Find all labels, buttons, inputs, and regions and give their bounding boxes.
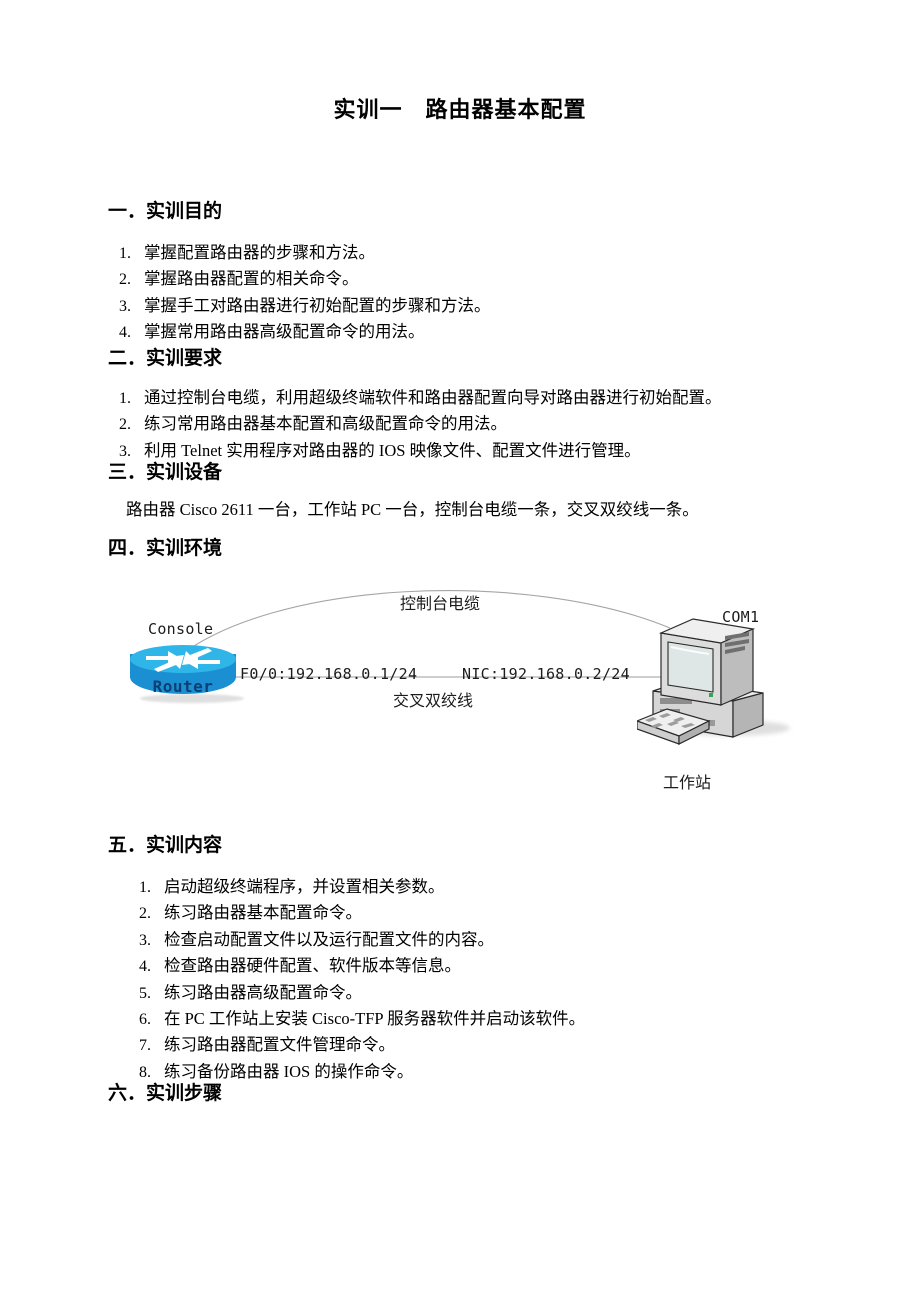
section-heading-2: 二．实训要求: [108, 347, 223, 369]
list-item: 2. 练习常用路由器基本配置和高级配置命令的用法。: [110, 411, 900, 437]
list-number: 1.: [119, 245, 131, 262]
section-heading-5: 五．实训内容: [108, 834, 223, 856]
network-topology-diagram: Router 控制台电缆 Console F0/0:192.168.0.1/24…: [110, 570, 810, 800]
section-5-list: 1. 启动超级终端程序，并设置相关参数。 2. 练习路由器基本配置命令。 3. 检查启…: [130, 874, 890, 1085]
nic-address-label: NIC:192.168.0.2/24: [462, 665, 630, 683]
page-title: 实训一 路由器基本配置: [333, 98, 587, 123]
list-text: 掌握常用路由器高级配置命令的用法。: [144, 322, 425, 342]
list-text: 启动超级终端程序，并设置相关参数。: [164, 877, 445, 896]
list-number: 3.: [139, 931, 151, 949]
list-number: 2.: [119, 271, 131, 289]
list-text: 掌握手工对路由器进行初始配置的步骤和方法。: [144, 295, 491, 315]
list-text: 掌握路由器配置的相关命令。: [144, 269, 359, 289]
list-text: 在 PC 工作站上安装 Cisco-TFP 服务器软件并启动该软件。: [164, 1009, 586, 1029]
list-item: 4. 检查路由器硬件配置、软件版本等信息。: [130, 953, 890, 979]
list-text: 练习路由器高级配置命令。: [164, 982, 362, 1002]
console-cable-label: 控制台电缆: [400, 594, 481, 613]
list-text: 通过控制台电缆，利用超级终端软件和路由器配置向导对路由器进行初始配置。: [144, 388, 722, 407]
section-2-list: 1. 通过控制台电缆，利用超级终端软件和路由器配置向导对路由器进行初始配置。 2.…: [110, 385, 900, 464]
list-item: 2. 练习路由器基本配置命令。: [130, 900, 890, 926]
list-number: 7.: [139, 1037, 151, 1055]
list-item: 2. 掌握路由器配置的相关命令。: [110, 266, 870, 292]
list-text: 练习路由器配置文件管理命令。: [164, 1035, 395, 1055]
section-heading-4: 四．实训环境: [108, 537, 223, 559]
section-heading-1: 一．实训目的: [108, 200, 223, 222]
section-heading-6: 六．实训步骤: [108, 1082, 223, 1104]
router-interface-label: F0/0:192.168.0.1/24: [240, 665, 418, 683]
list-item: 3. 掌握手工对路由器进行初始配置的步骤和方法。: [110, 293, 870, 319]
com-port-label: COM1: [722, 608, 760, 626]
list-number: 3.: [119, 297, 131, 315]
workstation-label: 工作站: [663, 773, 712, 792]
document-page: 实训一 路由器基本配置 一．实训目的 1. 掌握配置路由器的步骤和方法。 2. 掌握…: [0, 0, 920, 1302]
list-item: 8. 练习备份路由器 IOS 的操作命令。: [130, 1059, 890, 1085]
router-label: Router: [152, 677, 214, 696]
list-item: 7. 练习路由器配置文件管理命令。: [130, 1032, 890, 1058]
section-1-list: 1. 掌握配置路由器的步骤和方法。 2. 掌握路由器配置的相关命令。 3. 掌握手工对…: [110, 240, 870, 346]
workstation-icon: [635, 605, 772, 750]
list-text: 练习常用路由器基本配置和高级配置命令的用法。: [144, 414, 507, 434]
router-icon: Router: [130, 645, 236, 701]
list-item: 1. 通过控制台电缆，利用超级终端软件和路由器配置向导对路由器进行初始配置。: [110, 385, 900, 411]
list-number: 1.: [119, 390, 131, 407]
list-number: 2.: [139, 905, 151, 923]
router-arrows-icon: [146, 648, 220, 672]
list-item: 3. 利用 Telnet 实用程序对路由器的 IOS 映像文件、配置文件进行管理。: [110, 438, 900, 464]
list-item: 4. 掌握常用路由器高级配置命令的用法。: [110, 319, 870, 345]
pc-monitor-icon: [635, 618, 764, 745]
list-number: 2.: [119, 416, 131, 434]
console-port-label: Console: [148, 620, 214, 638]
list-text: 检查路由器硬件配置、软件版本等信息。: [164, 956, 461, 976]
section-heading-3: 三．实训设备: [108, 461, 223, 483]
list-number: 5.: [139, 984, 151, 1002]
list-number: 4.: [119, 324, 131, 342]
list-item: 5. 练习路由器高级配置命令。: [130, 980, 890, 1006]
list-number: 6.: [139, 1011, 151, 1029]
list-text: 掌握配置路由器的步骤和方法。: [144, 243, 375, 262]
list-text: 检查启动配置文件以及运行配置文件的内容。: [164, 929, 494, 949]
list-item: 1. 掌握配置路由器的步骤和方法。: [110, 240, 870, 266]
list-text: 练习路由器基本配置命令。: [164, 903, 362, 923]
list-item: 6. 在 PC 工作站上安装 Cisco-TFP 服务器软件并启动该软件。: [130, 1006, 890, 1032]
list-number: 1.: [139, 879, 151, 896]
section-3-paragraph: 路由器 Cisco 2611 一台，工作站 PC 一台，控制台电缆一条，交叉双绞…: [126, 500, 699, 519]
list-number: 4.: [139, 958, 151, 976]
list-item: 1. 启动超级终端程序，并设置相关参数。: [130, 874, 890, 900]
list-item: 3. 检查启动配置文件以及运行配置文件的内容。: [130, 927, 890, 953]
crossover-cable-label: 交叉双绞线: [393, 691, 474, 710]
